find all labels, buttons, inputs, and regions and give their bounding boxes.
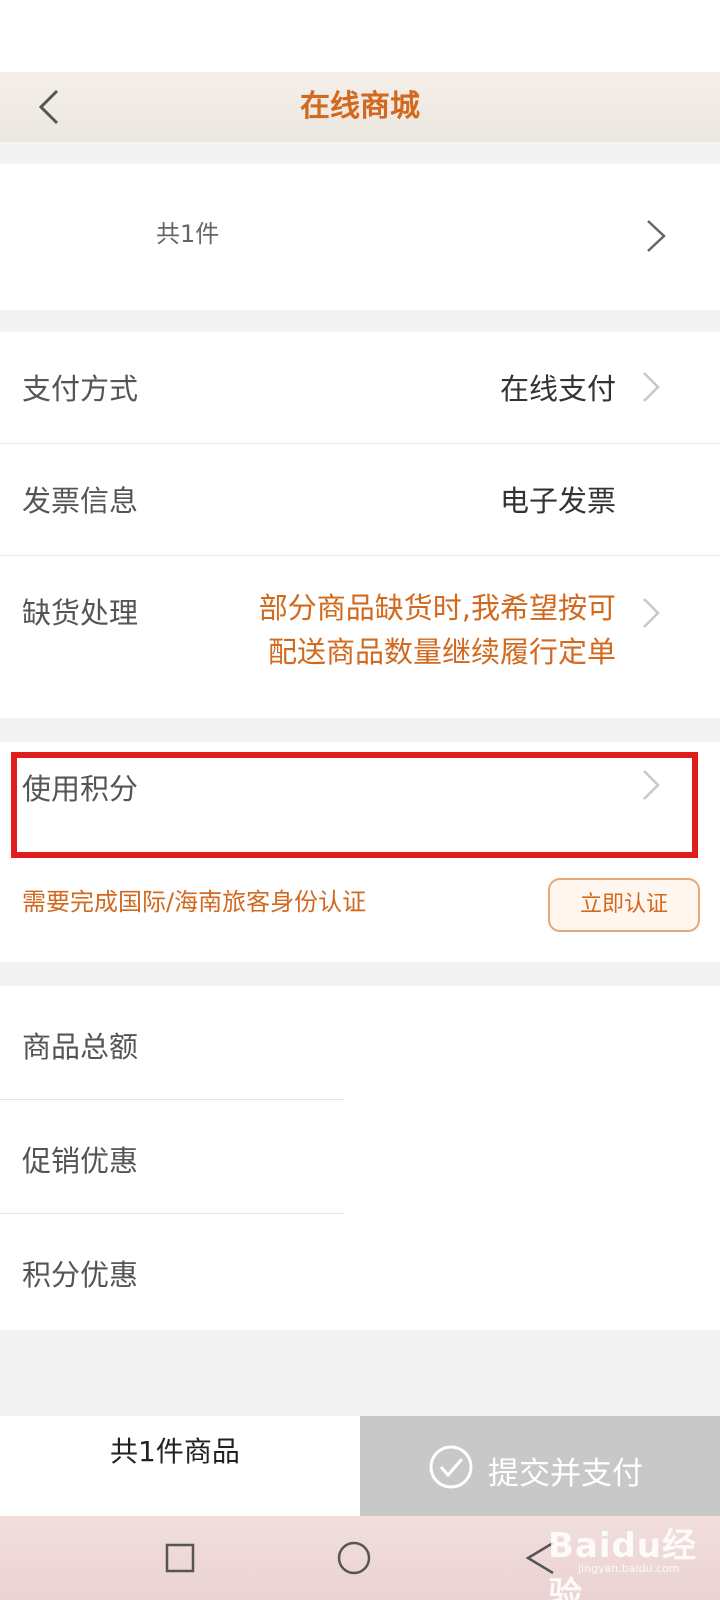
recent-apps-button[interactable] xyxy=(156,1534,204,1582)
chevron-left-icon xyxy=(38,89,59,125)
chevron-right-icon xyxy=(644,218,668,254)
chevron-right-icon xyxy=(640,370,662,404)
items-count: 共1件 xyxy=(156,220,220,248)
submit-and-pay-button[interactable]: 提交并支付 xyxy=(360,1416,720,1516)
status-bar xyxy=(0,0,720,72)
payment-method-label: 支付方式 xyxy=(22,372,139,406)
chevron-right-icon xyxy=(640,596,662,630)
invoice-row: 发票信息 电子发票 xyxy=(0,444,720,556)
invoice-label: 发票信息 xyxy=(22,484,139,518)
watermark-url: jingyan.baidu.com xyxy=(578,1562,680,1575)
invoice-value: 电子发票 xyxy=(499,484,616,518)
price-summary: 商品总额 促销优惠 积分优惠 xyxy=(0,986,720,1330)
back-button[interactable] xyxy=(24,82,74,132)
payment-method-value: 在线支付 xyxy=(499,372,616,406)
total-area: 共1件商品 xyxy=(0,1416,360,1516)
verify-now-button[interactable]: 立即认证 xyxy=(548,878,700,932)
out-of-stock-value-line2: 配送商品数量继续履行定单 xyxy=(267,635,616,669)
use-points-label: 使用积分 xyxy=(22,772,139,806)
nav-bar: 在线商城 xyxy=(0,72,720,142)
points-discount-label: 积分优惠 xyxy=(22,1258,139,1292)
points-section: 使用积分 需要完成国际/海南旅客身份认证 立即认证 xyxy=(0,742,720,962)
out-of-stock-label: 缺货处理 xyxy=(22,596,139,630)
home-icon xyxy=(337,1541,371,1575)
home-button[interactable] xyxy=(330,1534,378,1582)
check-circle-icon xyxy=(429,1445,473,1489)
verification-notice: 需要完成国际/海南旅客身份认证 xyxy=(22,888,367,916)
payment-method-row[interactable]: 支付方式 在线支付 xyxy=(0,332,720,444)
promotion-discount-label: 促销优惠 xyxy=(22,1144,139,1178)
goods-total-label: 商品总额 xyxy=(22,1030,139,1064)
recent-apps-icon xyxy=(165,1543,195,1573)
summary-row: 积分优惠 xyxy=(0,1214,345,1328)
summary-row: 促销优惠 xyxy=(0,1100,345,1214)
out-of-stock-value: 部分商品缺货时,我希望按可 配送商品数量继续履行定单 xyxy=(196,586,616,674)
total-items-text: 共1件商品 xyxy=(110,1435,240,1468)
chevron-right-icon xyxy=(640,768,662,802)
order-options: 支付方式 在线支付 发票信息 电子发票 缺货处理 部分商品缺货时,我希望按可 配… xyxy=(0,332,720,718)
submit-label: 提交并支付 xyxy=(488,1456,643,1492)
use-points-row[interactable]: 使用积分 xyxy=(0,742,720,854)
summary-row: 商品总额 xyxy=(0,986,345,1100)
out-of-stock-row[interactable]: 缺货处理 部分商品缺货时,我希望按可 配送商品数量继续履行定单 xyxy=(0,556,720,718)
page-title: 在线商城 xyxy=(300,89,420,124)
items-summary-row[interactable]: 共1件 xyxy=(0,164,720,310)
bottom-action-bar: 共1件商品 提交并支付 xyxy=(0,1416,720,1516)
out-of-stock-value-line1: 部分商品缺货时,我希望按可 xyxy=(258,591,616,625)
